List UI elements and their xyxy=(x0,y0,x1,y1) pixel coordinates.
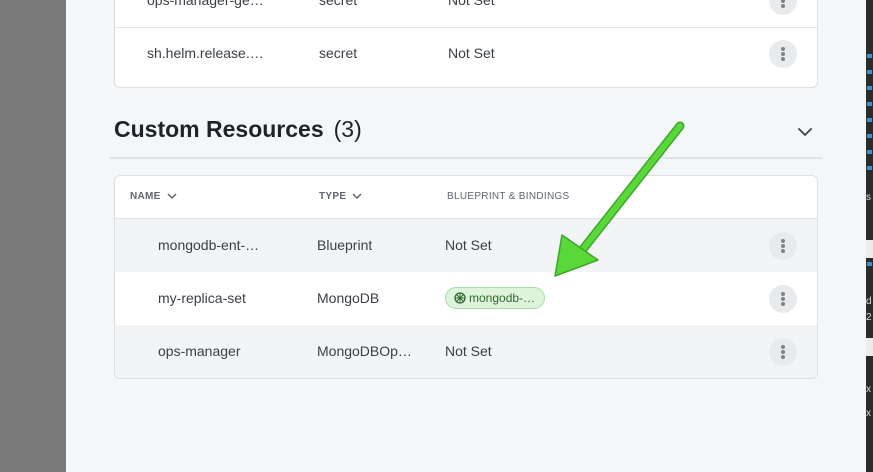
annotation-arrow xyxy=(554,121,685,277)
